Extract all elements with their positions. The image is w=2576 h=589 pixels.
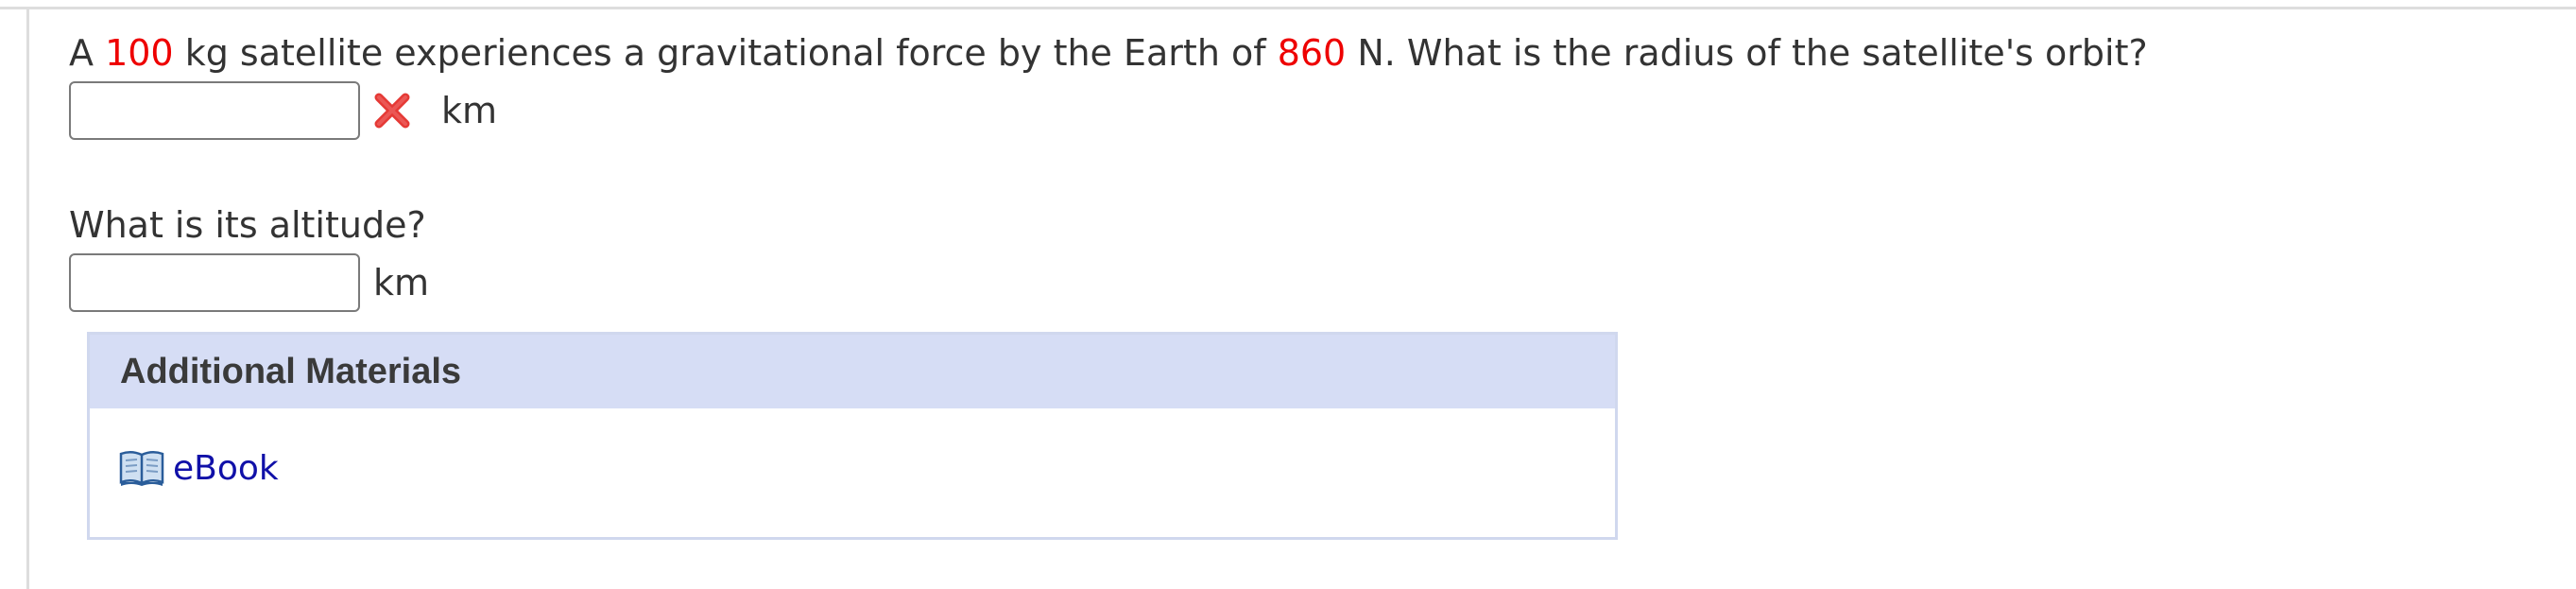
question-altitude-text: What is its altitude?: [69, 204, 426, 246]
altitude-unit-label: km: [373, 262, 430, 303]
top-divider: [0, 7, 2576, 9]
question-suffix: N. What is the radius of the satellite's…: [1346, 32, 2148, 74]
ebook-label: eBook: [173, 448, 279, 488]
book-icon: [118, 448, 165, 488]
altitude-answer-row: km: [69, 253, 429, 312]
assignment-page: A 100 kg satellite experiences a gravita…: [0, 0, 2576, 589]
radius-answer-input[interactable]: [69, 81, 360, 140]
ebook-link[interactable]: eBook: [118, 448, 279, 488]
question-prefix: A: [69, 32, 106, 74]
force-value: 860: [1277, 32, 1347, 74]
radius-answer-row: km: [69, 81, 497, 140]
radius-unit-label: km: [441, 90, 498, 131]
question-middle: kg satellite experiences a gravitational…: [173, 32, 1278, 74]
mass-value: 100: [105, 32, 174, 74]
additional-materials-panel: Additional Materials eBook: [87, 332, 1618, 540]
left-divider: [26, 8, 29, 589]
x-mark-icon: [371, 90, 413, 131]
additional-materials-header: Additional Materials: [90, 335, 1615, 408]
altitude-answer-input[interactable]: [69, 253, 360, 312]
question-radius-text: A 100 kg satellite experiences a gravita…: [69, 28, 2148, 78]
